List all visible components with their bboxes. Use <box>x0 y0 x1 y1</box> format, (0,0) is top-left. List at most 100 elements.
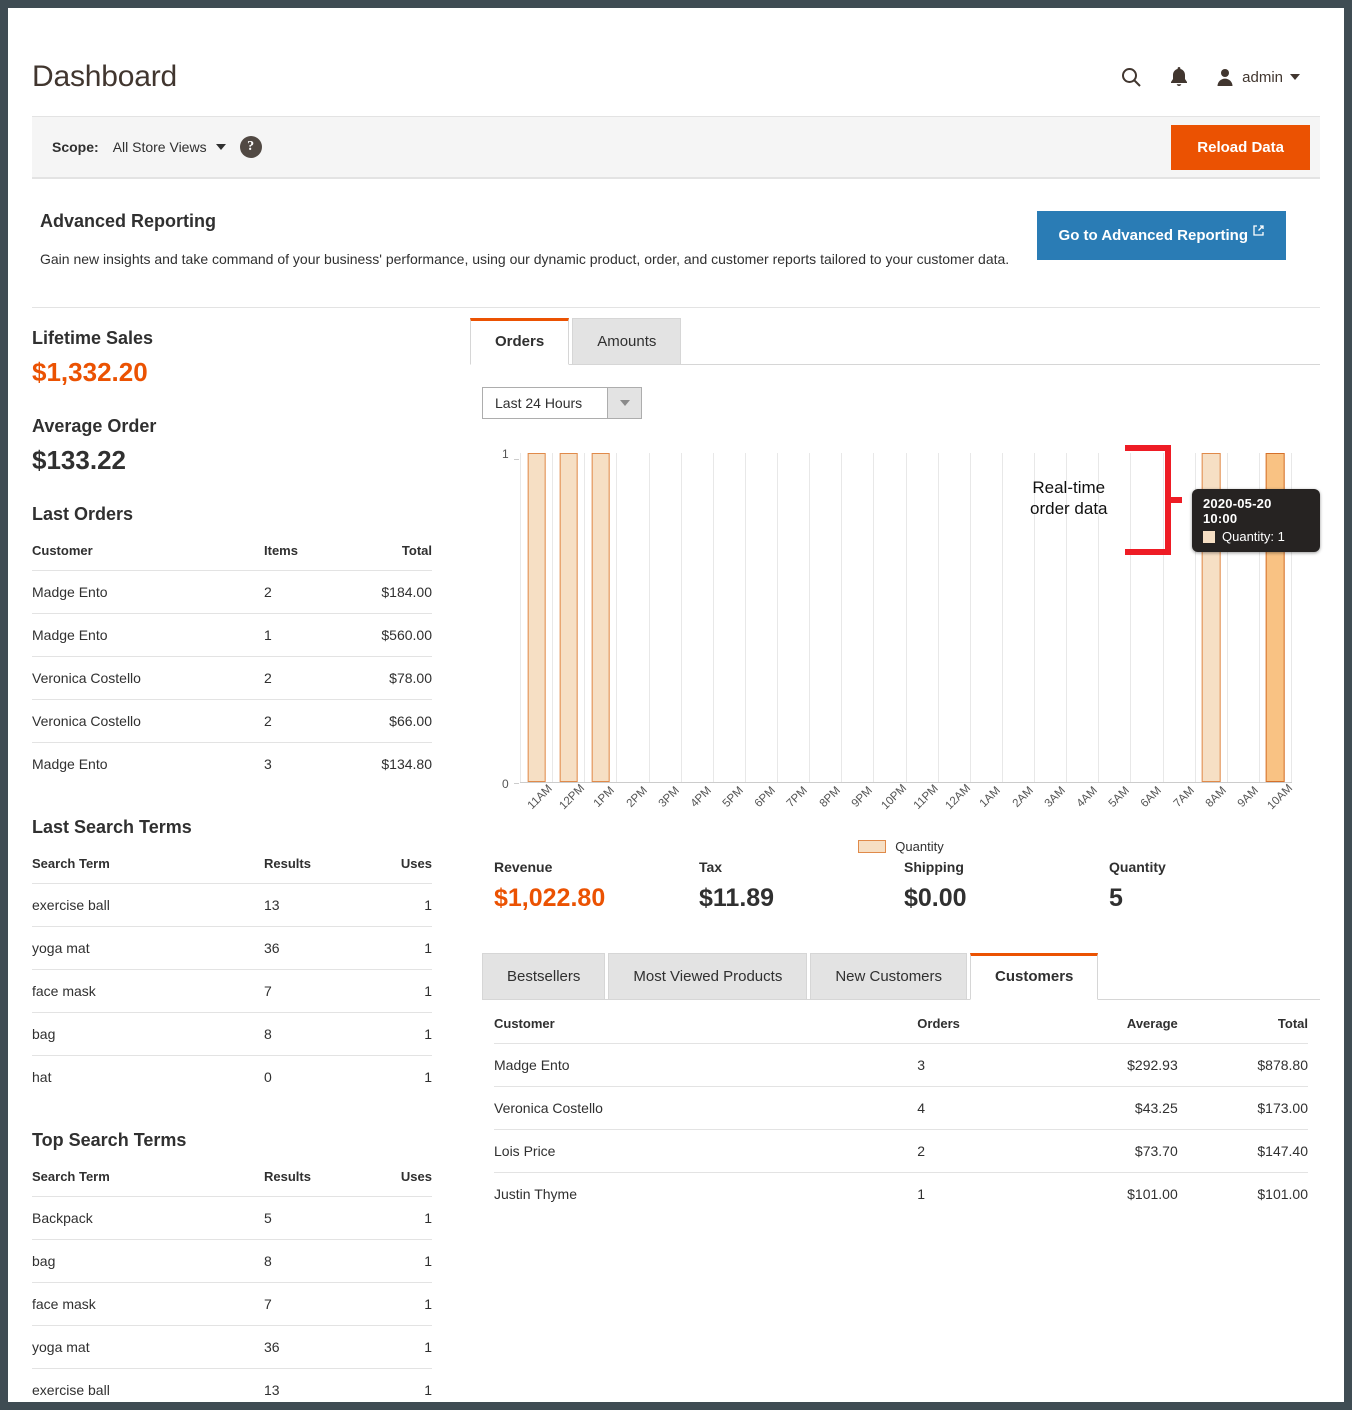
table-row: Backpack 5 1 <box>32 1196 432 1240</box>
chart-gridline <box>907 453 939 783</box>
tab-most-viewed-products[interactable]: Most Viewed Products <box>608 953 808 1001</box>
cell-customer: Lois Price <box>494 1129 918 1173</box>
scope-controls: Scope: All Store Views ? <box>52 136 262 158</box>
tab-amounts[interactable]: Amounts <box>572 318 682 366</box>
cell-search-term: bag <box>32 1239 264 1283</box>
cell-search-term: face mask <box>32 969 264 1013</box>
x-axis-tick: 3PM <box>656 784 682 810</box>
x-axis-tick: 5AM <box>1106 784 1133 810</box>
total-quantity: Quantity 5 <box>1109 859 1314 913</box>
cell-uses: 1 <box>352 1196 432 1240</box>
tab-orders[interactable]: Orders <box>470 318 570 366</box>
chart-bar[interactable] <box>527 453 546 783</box>
scope-bar: Scope: All Store Views ? Reload Data <box>32 116 1320 178</box>
column-header-search-term: Search Term <box>32 856 110 872</box>
table-row: yoga mat 36 1 <box>32 926 432 970</box>
tab-customers[interactable]: Customers <box>970 953 1099 1001</box>
search-icon[interactable] <box>1119 65 1143 89</box>
x-axis-tick: 4AM <box>1074 784 1100 810</box>
y-axis-dash-min <box>514 783 519 785</box>
x-axis-tick: 8AM <box>1203 784 1229 810</box>
dashboard-main: Lifetime Sales $1,332.20 Average Order $… <box>8 308 1344 1402</box>
table-row: yoga mat 36 1 <box>32 1325 432 1369</box>
total-label: Tax <box>699 859 723 876</box>
total-label: Revenue <box>494 859 553 876</box>
x-axis-tick: 4PM <box>688 784 714 810</box>
column-header-search-term: Search Term <box>32 1169 110 1185</box>
chart-bar[interactable] <box>591 453 611 783</box>
cell-orders: 4 <box>917 1086 1048 1130</box>
x-axis-tick: 11PM <box>911 782 941 812</box>
cell-total: $134.80 <box>352 742 432 786</box>
cell-customer: Madge Ento <box>32 570 264 614</box>
chart-bar[interactable] <box>559 453 579 783</box>
table-row: hat 0 1 <box>32 1055 432 1099</box>
cell-uses: 1 <box>352 883 432 927</box>
x-axis-tick: 6AM <box>1138 784 1165 810</box>
advanced-reporting-button-label: Go to Advanced Reporting <box>1058 227 1248 244</box>
table-row: Madge Ento 2 $184.00 <box>32 570 432 614</box>
cell-results: 7 <box>264 1282 352 1326</box>
cell-results: 8 <box>264 1239 352 1283</box>
dashboard-content: Orders Amounts Last 24 Hours 1 0 11AM 12PM… <box>470 308 1320 1402</box>
tooltip-series-label: Quantity: 1 <box>1222 529 1285 545</box>
advanced-reporting-title: Advanced Reporting <box>40 211 217 231</box>
reload-data-button[interactable]: Reload Data <box>1171 124 1310 170</box>
cell-results: 0 <box>264 1055 352 1099</box>
table-header-row: Search Term Results Uses <box>32 850 432 884</box>
cell-total: $173.00 <box>1177 1086 1308 1130</box>
store-view-value: All Store Views <box>112 139 207 155</box>
cell-orders: 1 <box>917 1172 1048 1216</box>
table-row: Madge Ento 1 $560.00 <box>32 613 432 657</box>
x-axis-tick: 7AM <box>1171 784 1197 810</box>
average-order-value: $133.22 <box>32 445 126 476</box>
cell-total: $184.00 <box>352 570 432 614</box>
admin-menu[interactable]: admin <box>1215 67 1300 87</box>
cell-results: 7 <box>264 969 352 1013</box>
cell-uses: 1 <box>352 1012 432 1056</box>
store-view-select[interactable]: All Store Views <box>113 139 226 155</box>
lifetime-sales-value: $1,332.20 <box>32 357 148 388</box>
top-search-terms-title: Top Search Terms <box>32 1130 187 1151</box>
chart-gridline <box>650 453 682 783</box>
bottom-tabs: Bestsellers Most Viewed Products New Custo… <box>482 953 1320 1001</box>
cell-items: 2 <box>264 570 352 614</box>
table-row: Justin Thyme 1 $101.00 $101.00 <box>494 1172 1308 1216</box>
average-order-label: Average Order <box>32 416 157 437</box>
total-value: $1,022.80 <box>494 884 606 913</box>
chart-gridline <box>778 453 811 783</box>
table-header-row: Customer Orders Average Total <box>494 1010 1308 1044</box>
table-row: bag 8 1 <box>32 1239 432 1283</box>
last-search-terms-table: Search Term Results Uses exercise ball 13… <box>32 850 432 1099</box>
tab-bestsellers[interactable]: Bestsellers <box>482 953 606 1001</box>
cell-uses: 1 <box>352 1239 432 1283</box>
cell-uses: 1 <box>352 926 432 970</box>
cell-results: 36 <box>264 926 352 970</box>
x-axis-tick: 10PM <box>879 782 910 813</box>
go-to-advanced-reporting-button[interactable]: Go to Advanced Reporting <box>1036 211 1286 260</box>
column-header-total: Total <box>401 543 432 559</box>
total-tax: Tax $11.89 <box>699 859 904 913</box>
cell-customer: Veronica Costello <box>494 1086 918 1130</box>
x-axis-tick: 3AM <box>1042 784 1068 810</box>
period-select[interactable]: Last 24 Hours <box>482 387 642 420</box>
chart-legend: Quantity <box>482 839 1320 854</box>
column-header-total: Total <box>1277 1016 1308 1032</box>
column-header-average: Average <box>1126 1016 1178 1032</box>
bell-icon[interactable] <box>1169 66 1189 88</box>
x-axis-tick: 2PM <box>624 784 650 810</box>
cell-total: $560.00 <box>352 613 432 657</box>
column-header-results: Results <box>264 856 311 872</box>
cell-search-term: bag <box>32 1012 264 1056</box>
total-revenue: Revenue $1,022.80 <box>494 859 699 913</box>
x-axis-tick: 1PM <box>592 784 618 810</box>
advanced-reporting-text: Advanced Reporting Gain new insights and… <box>40 211 1009 271</box>
cell-average: $73.70 <box>1047 1129 1178 1173</box>
external-link-icon <box>1253 225 1264 239</box>
help-icon[interactable]: ? <box>239 136 262 158</box>
total-value: 5 <box>1109 884 1123 913</box>
chart-gridline <box>971 453 1003 783</box>
cell-orders: 2 <box>917 1129 1048 1173</box>
tab-new-customers[interactable]: New Customers <box>810 953 968 1001</box>
chart-gridline <box>682 453 714 783</box>
